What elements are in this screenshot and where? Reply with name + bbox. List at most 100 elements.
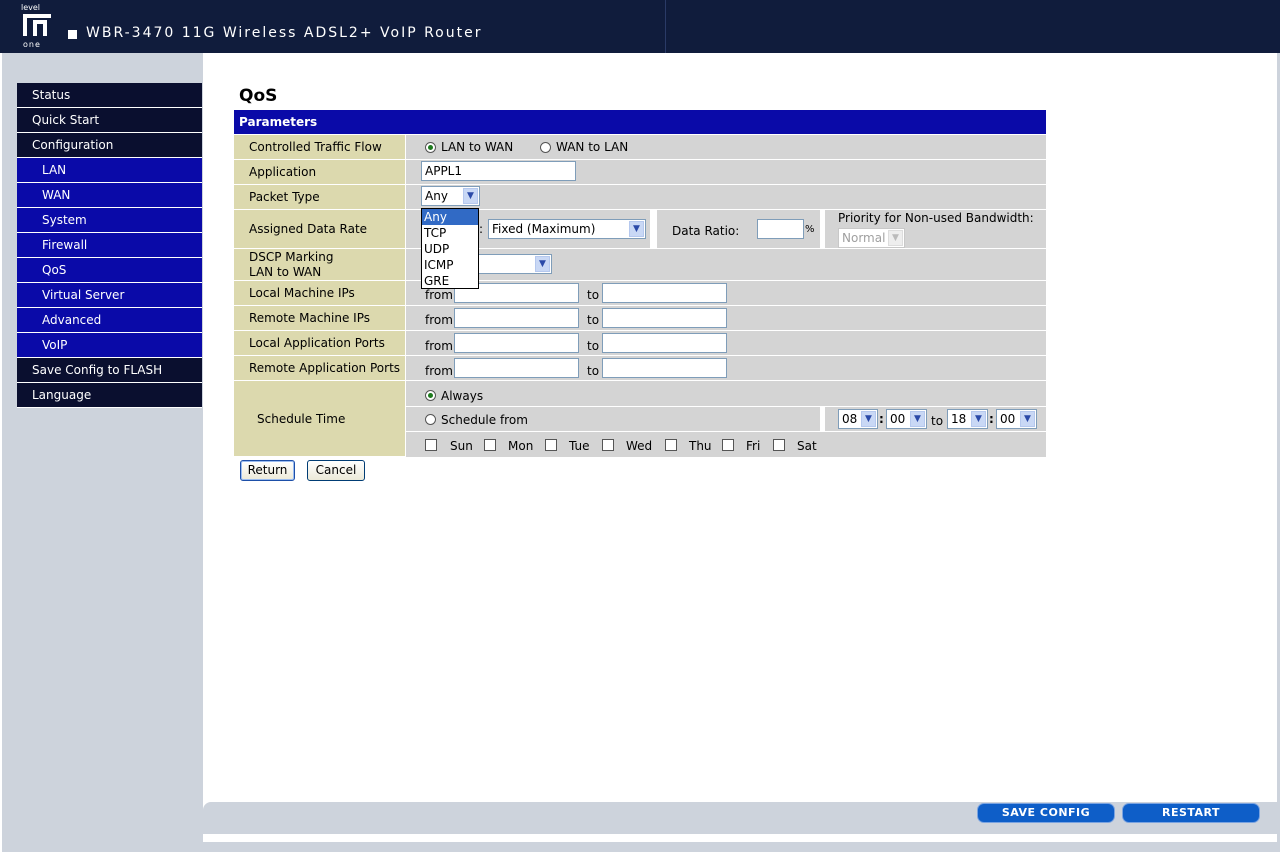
- data-rate-select[interactable]: Fixed (Maximum) ▼: [488, 219, 646, 239]
- packet-type-option-any[interactable]: Any: [422, 209, 478, 225]
- priority-value: Normal: [842, 231, 886, 245]
- sidebar-item-virtual-server[interactable]: Virtual Server: [17, 283, 202, 308]
- chevron-down-icon[interactable]: ▼: [971, 411, 986, 427]
- schedule-from-radio[interactable]: [425, 414, 436, 425]
- sidebar-item-save-config[interactable]: Save Config to FLASH: [17, 358, 202, 383]
- data-ratio-input[interactable]: [757, 219, 804, 239]
- header-bar: level one WBR-3470 11G Wireless ADSL2+ V…: [0, 0, 1280, 53]
- cell-divider: [820, 210, 825, 249]
- sidebar-item-system[interactable]: System: [17, 208, 202, 233]
- packet-type-option-udp[interactable]: UDP: [422, 241, 478, 257]
- data-rate-value: Fixed (Maximum): [492, 222, 596, 236]
- application-cell: APPL1: [406, 160, 1046, 185]
- chevron-down-icon[interactable]: ▼: [535, 256, 550, 272]
- remote-port-from-input[interactable]: [454, 358, 579, 378]
- application-input[interactable]: APPL1: [421, 161, 576, 181]
- day-sun-label: Sun: [450, 439, 473, 453]
- data-rate-prefix: :: [479, 222, 484, 236]
- remote-ports-label: Remote Application Ports: [234, 356, 405, 381]
- end-hour-select[interactable]: 18 ▼: [947, 409, 988, 429]
- page-title: QoS: [239, 86, 278, 106]
- packet-type-value: Any: [425, 189, 448, 203]
- to-label: to: [587, 288, 600, 302]
- to-label: to: [587, 313, 600, 327]
- sidebar-nav: Status Quick Start Configuration LAN WAN…: [17, 83, 202, 408]
- sidebar-item-wan[interactable]: WAN: [17, 183, 202, 208]
- return-button[interactable]: Return: [240, 460, 295, 481]
- lan-to-wan-radio[interactable]: [425, 142, 436, 153]
- sidebar-item-firewall[interactable]: Firewall: [17, 233, 202, 258]
- day-wed-label: Wed: [626, 439, 653, 453]
- always-label: Always: [441, 389, 484, 403]
- percent-label: %: [805, 224, 815, 235]
- day-mon-checkbox[interactable]: [484, 439, 496, 451]
- cell-divider: [650, 210, 657, 249]
- dscp-label: DSCP Marking LAN to WAN: [234, 249, 405, 281]
- packet-type-select[interactable]: Any ▼: [421, 186, 480, 206]
- day-sun-checkbox[interactable]: [425, 439, 437, 451]
- packet-type-cell: Any ▼: [406, 185, 1046, 210]
- start-min-select[interactable]: 00 ▼: [886, 409, 927, 429]
- svg-text:one: one: [23, 40, 41, 49]
- remote-ip-from-input[interactable]: [454, 308, 579, 328]
- day-fri-label: Fri: [746, 439, 761, 453]
- packet-type-option-gre[interactable]: GRE: [422, 273, 478, 289]
- sidebar-item-status[interactable]: Status: [17, 83, 202, 108]
- packet-type-option-icmp[interactable]: ICMP: [422, 257, 478, 273]
- from-label: from: [425, 313, 453, 327]
- remote-ip-to-input[interactable]: [602, 308, 727, 328]
- cell-divider: [820, 407, 825, 432]
- sidebar-item-voip[interactable]: VoIP: [17, 333, 202, 358]
- local-ports-label: Local Application Ports: [234, 331, 405, 356]
- day-thu-checkbox[interactable]: [665, 439, 677, 451]
- start-hour-select[interactable]: 08 ▼: [838, 409, 878, 429]
- sidebar-item-configuration[interactable]: Configuration: [17, 133, 202, 158]
- chevron-down-icon[interactable]: ▼: [463, 188, 478, 204]
- chevron-down-icon[interactable]: ▼: [861, 411, 876, 427]
- dscp-cell: ▼: [406, 249, 1046, 281]
- wan-to-lan-radio[interactable]: [540, 142, 551, 153]
- section-header: Parameters: [234, 110, 1046, 134]
- data-ratio-label: Data Ratio:: [672, 224, 740, 238]
- sidebar-item-advanced[interactable]: Advanced: [17, 308, 202, 333]
- save-config-button[interactable]: SAVE CONFIG: [977, 803, 1115, 823]
- packet-type-option-tcp[interactable]: TCP: [422, 225, 478, 241]
- day-sat-label: Sat: [797, 439, 817, 453]
- priority-select[interactable]: Normal ▼: [838, 228, 905, 248]
- from-label: from: [425, 364, 453, 378]
- sidebar-item-lan[interactable]: LAN: [17, 158, 202, 183]
- sidebar-item-qos[interactable]: QoS: [17, 258, 202, 283]
- chevron-down-icon[interactable]: ▼: [629, 221, 644, 237]
- chevron-down-icon[interactable]: ▼: [1020, 411, 1035, 427]
- start-hour-value: 08: [842, 412, 858, 426]
- local-ips-cell: from to: [406, 281, 1046, 306]
- dscp-label-line2: LAN to WAN: [249, 265, 322, 279]
- footer-bar: [203, 802, 1280, 834]
- to-label: to: [587, 339, 600, 353]
- schedule-label: Schedule Time: [234, 381, 405, 457]
- chevron-down-icon[interactable]: ▼: [910, 411, 925, 427]
- day-wed-checkbox[interactable]: [602, 439, 614, 451]
- day-sat-checkbox[interactable]: [773, 439, 785, 451]
- to-label: to: [587, 364, 600, 378]
- sidebar-item-language[interactable]: Language: [17, 383, 202, 408]
- cancel-button[interactable]: Cancel: [307, 460, 365, 481]
- local-ports-cell: from to: [406, 331, 1046, 356]
- remote-port-to-input[interactable]: [602, 358, 727, 378]
- local-port-from-input[interactable]: [454, 333, 579, 353]
- schedule-always-cell: Always: [406, 381, 1046, 407]
- local-port-to-input[interactable]: [602, 333, 727, 353]
- day-tue-checkbox[interactable]: [545, 439, 557, 451]
- sidebar-item-quick-start[interactable]: Quick Start: [17, 108, 202, 133]
- end-min-select[interactable]: 00 ▼: [996, 409, 1037, 429]
- always-radio[interactable]: [425, 390, 436, 401]
- data-rate-cell: : Fixed (Maximum) ▼ Data Ratio: % Priori…: [406, 210, 1046, 249]
- time-colon: :: [879, 412, 884, 426]
- restart-button[interactable]: RESTART: [1122, 803, 1260, 823]
- wan-to-lan-label: WAN to LAN: [556, 140, 629, 154]
- day-mon-label: Mon: [508, 439, 534, 453]
- end-min-value: 00: [1000, 412, 1016, 426]
- day-fri-checkbox[interactable]: [722, 439, 734, 451]
- from-label: from: [425, 288, 453, 302]
- local-ip-to-input[interactable]: [602, 283, 727, 303]
